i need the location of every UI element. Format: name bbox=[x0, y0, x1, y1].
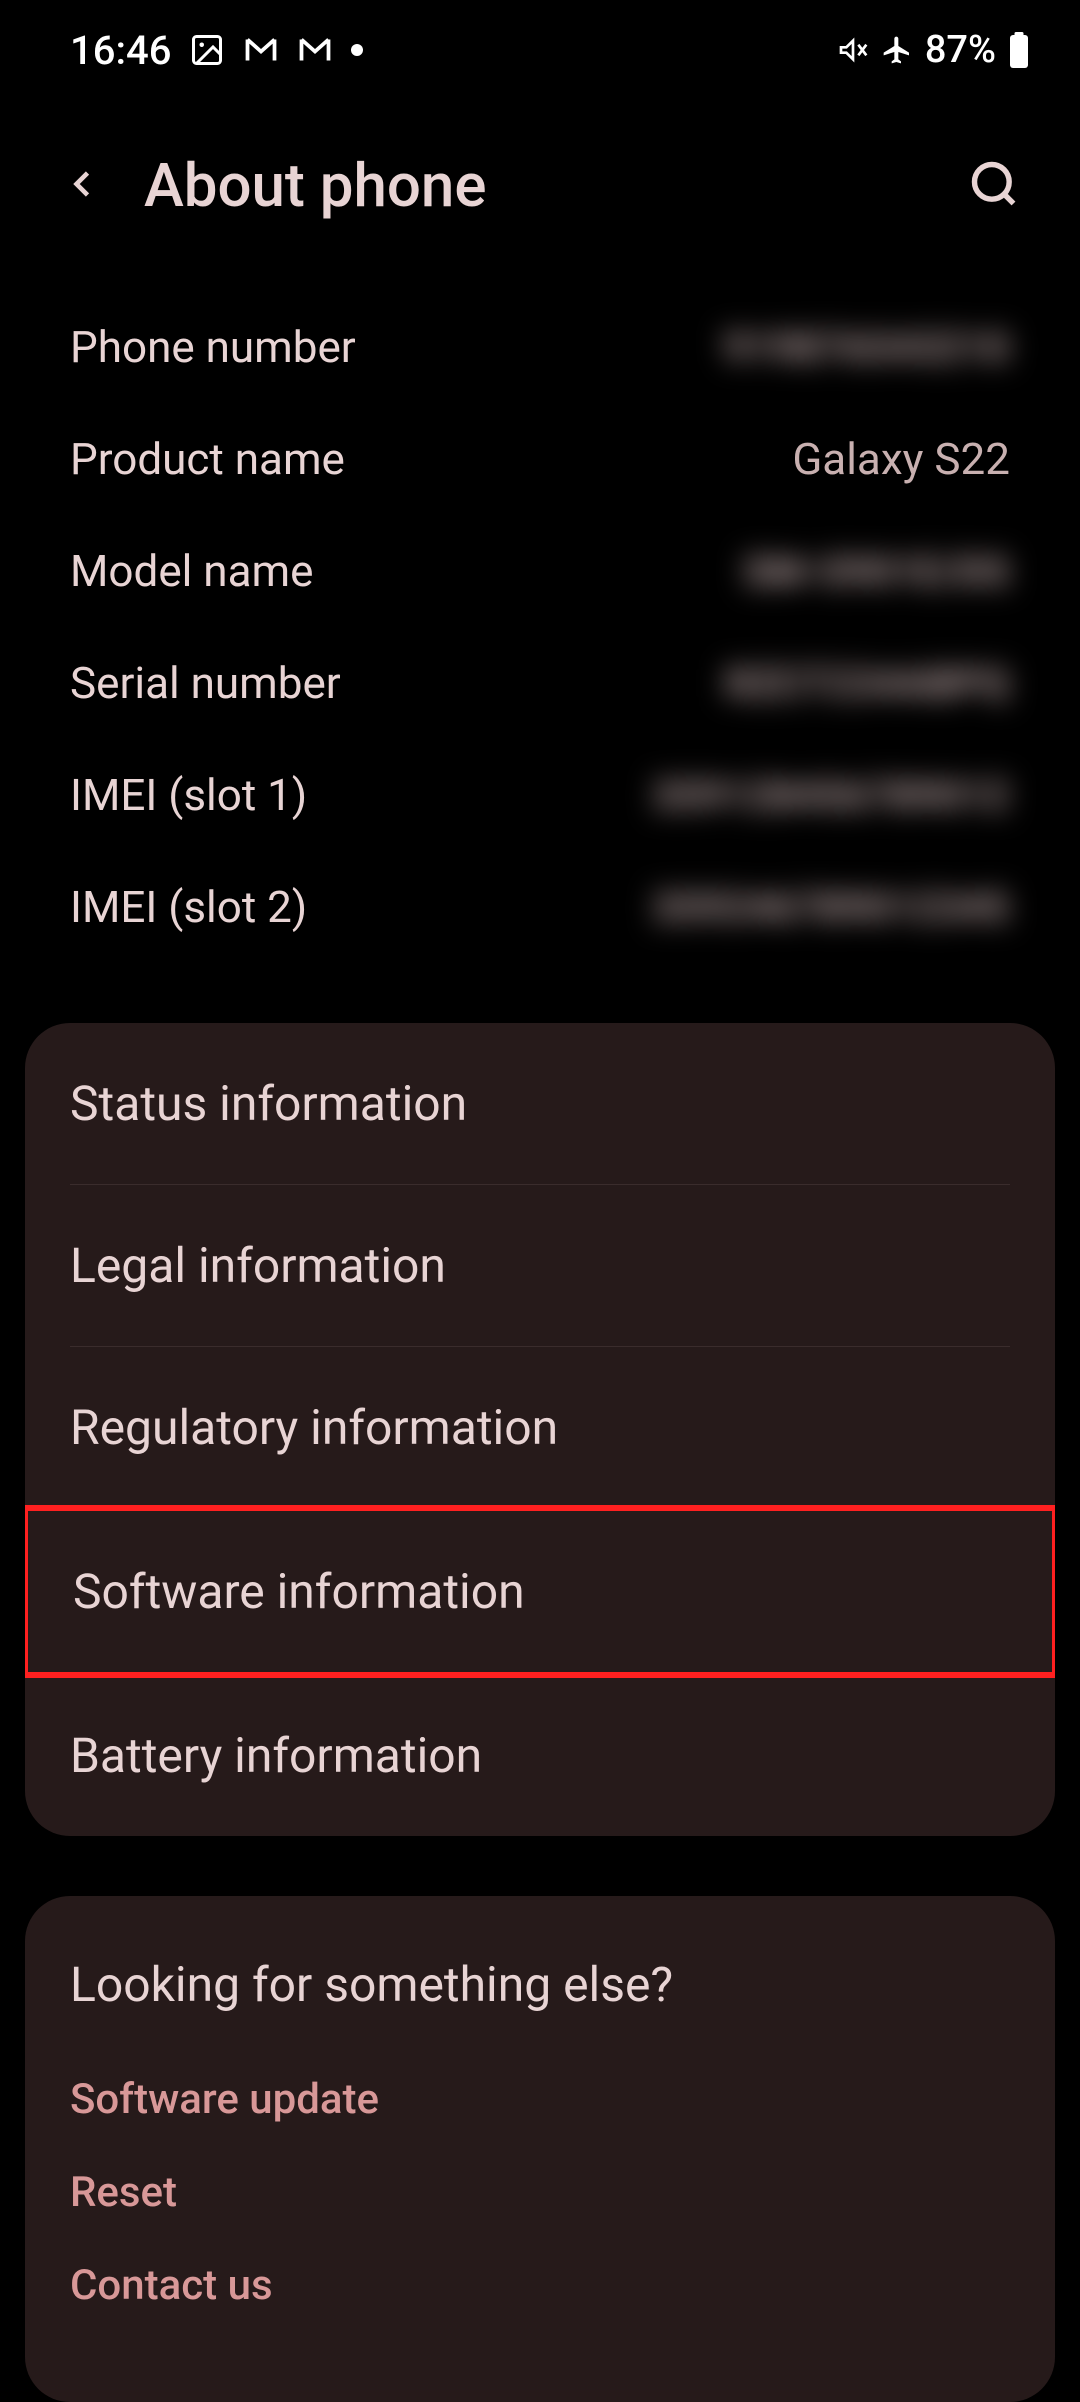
regulatory-information-item[interactable]: Regulatory information bbox=[25, 1347, 1055, 1508]
image-icon bbox=[189, 32, 225, 68]
battery-icon bbox=[1008, 32, 1030, 68]
imei1-value: 359128456789012 bbox=[652, 772, 1010, 819]
gmail-icon-2 bbox=[297, 32, 333, 68]
status-bar: 16:46 87% bbox=[0, 0, 1080, 100]
contact-us-link[interactable]: Contact us bbox=[70, 2239, 1010, 2332]
gmail-icon bbox=[243, 32, 279, 68]
battery-percent: 87% bbox=[925, 28, 996, 72]
info-card: Status information Legal information Reg… bbox=[25, 1023, 1055, 1836]
model-name-row[interactable]: Model name SM-S901E/DS bbox=[70, 515, 1010, 627]
product-name-row[interactable]: Product name Galaxy S22 bbox=[70, 403, 1010, 515]
status-information-item[interactable]: Status information bbox=[25, 1023, 1055, 1184]
phone-number-label: Phone number bbox=[70, 321, 356, 373]
imei2-row[interactable]: IMEI (slot 2) 359246789012345 bbox=[70, 851, 1010, 963]
imei1-row[interactable]: IMEI (slot 1) 359128456789012 bbox=[70, 739, 1010, 851]
footer-title: Looking for something else? bbox=[70, 1956, 1010, 2013]
serial-number-label: Serial number bbox=[70, 657, 341, 709]
notification-dot-icon bbox=[351, 44, 363, 56]
serial-number-row[interactable]: Serial number RZCT234ABPQ bbox=[70, 627, 1010, 739]
reset-link[interactable]: Reset bbox=[70, 2146, 1010, 2239]
status-right: 87% bbox=[837, 28, 1030, 72]
software-information-item[interactable]: Software information bbox=[25, 1505, 1055, 1678]
device-info-section: Phone number 919876543210 Product name G… bbox=[0, 271, 1080, 1023]
airplane-icon bbox=[881, 34, 913, 66]
legal-information-item[interactable]: Legal information bbox=[25, 1185, 1055, 1346]
phone-number-value: 919876543210 bbox=[724, 324, 1010, 371]
status-left: 16:46 bbox=[70, 27, 363, 74]
back-button[interactable] bbox=[60, 162, 104, 210]
mute-icon bbox=[837, 34, 869, 66]
imei2-value: 359246789012345 bbox=[652, 884, 1010, 931]
page-header: About phone bbox=[0, 100, 1080, 271]
product-name-value: Galaxy S22 bbox=[792, 433, 1010, 485]
footer-card: Looking for something else? Software upd… bbox=[25, 1896, 1055, 2402]
battery-information-item[interactable]: Battery information bbox=[25, 1675, 1055, 1836]
model-name-label: Model name bbox=[70, 545, 313, 597]
software-update-link[interactable]: Software update bbox=[70, 2053, 1010, 2146]
serial-number-value: RZCT234ABPQ bbox=[726, 660, 1010, 707]
imei2-label: IMEI (slot 2) bbox=[70, 881, 307, 933]
status-time: 16:46 bbox=[70, 27, 171, 74]
model-name-value: SM-S901E/DS bbox=[744, 548, 1010, 595]
phone-number-row[interactable]: Phone number 919876543210 bbox=[70, 291, 1010, 403]
product-name-label: Product name bbox=[70, 433, 345, 485]
search-button[interactable] bbox=[968, 158, 1020, 214]
page-title: About phone bbox=[144, 150, 928, 221]
imei1-label: IMEI (slot 1) bbox=[70, 769, 307, 821]
